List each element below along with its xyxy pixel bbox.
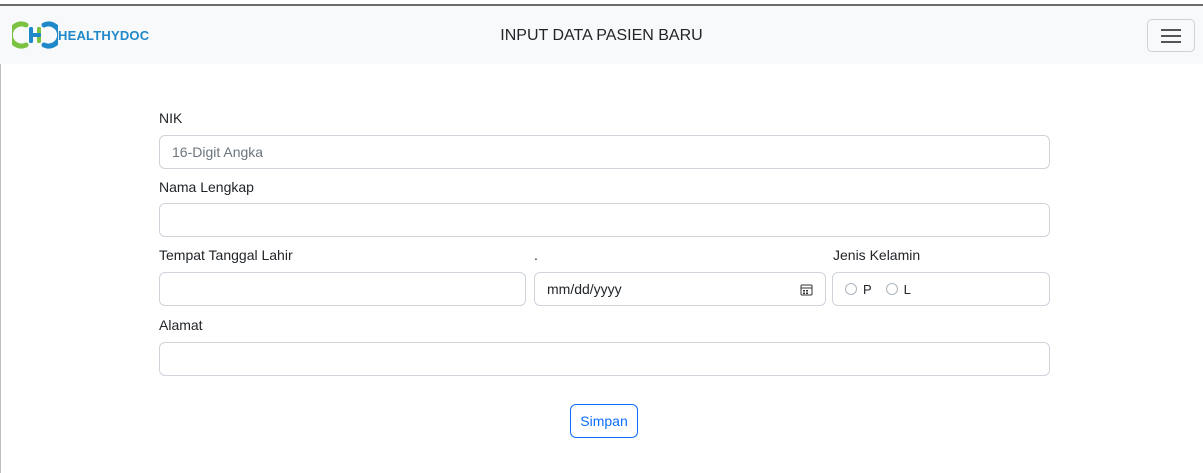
navbar: HEALTHYDOC INPUT DATA PASIEN BARU: [0, 6, 1203, 64]
left-divider: [0, 64, 1, 473]
navbar-toggler-button[interactable]: [1147, 19, 1195, 52]
radio-l-label: L: [903, 281, 911, 297]
jenis-kelamin-label: Jenis Kelamin: [833, 247, 921, 263]
simpan-button[interactable]: Simpan: [570, 404, 638, 438]
nik-placeholder: 16-Digit Angka: [172, 144, 264, 160]
alamat-input[interactable]: [159, 342, 1050, 376]
calendar-icon[interactable]: [800, 283, 813, 296]
page-title: INPUT DATA PASIEN BARU: [500, 27, 703, 44]
date-placeholder: mm/dd/yyyy: [547, 281, 622, 297]
nik-input[interactable]: 16-Digit Angka: [159, 135, 1050, 169]
tempat-lahir-input[interactable]: [159, 272, 526, 306]
jenis-kelamin-group: P L: [832, 272, 1050, 306]
radio-l[interactable]: [885, 283, 898, 295]
nama-lengkap-label: Nama Lengkap: [159, 179, 254, 195]
radio-p[interactable]: [845, 283, 857, 295]
nik-label: NIK: [159, 110, 183, 126]
alamat-label: Alamat: [159, 317, 203, 333]
radio-p-label: P: [863, 281, 872, 297]
tanggal-lahir-input[interactable]: mm/dd/yyyy: [534, 272, 826, 306]
tempat-tanggal-lahir-label: Tempat Tanggal Lahir: [159, 247, 293, 263]
tanggal-lahir-label: .: [534, 247, 538, 263]
nama-lengkap-input[interactable]: [159, 203, 1050, 237]
